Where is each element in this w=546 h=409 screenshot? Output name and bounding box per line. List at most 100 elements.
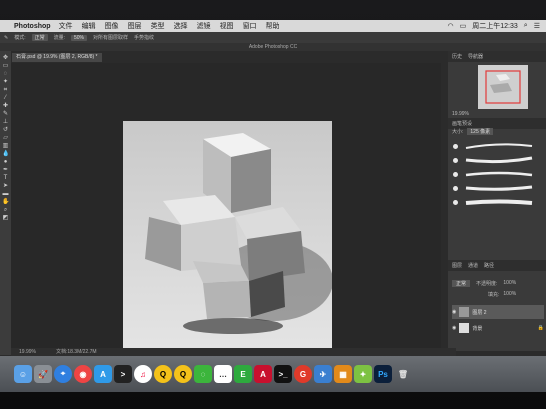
terminal2-icon[interactable]: >_ [274,365,292,383]
brush-preset-item[interactable] [448,167,546,181]
menu-select[interactable]: 选择 [174,21,188,31]
rocket-icon[interactable]: ✈ [314,365,332,383]
layer-row-2[interactable]: ◉ 图层 2 [452,305,544,319]
document-canvas[interactable] [123,121,332,367]
menu-edit[interactable]: 编辑 [82,21,96,31]
dodge-tool-icon[interactable]: ● [2,159,9,165]
sample-all-checkbox[interactable]: 对所有图层取样 [93,34,128,41]
move-tool-icon[interactable]: ✥ [2,55,9,61]
brush-preset-item[interactable] [448,139,546,153]
messages-icon[interactable]: … [214,365,232,383]
trash-icon[interactable]: 🗑 [394,365,412,383]
layer-row-background[interactable]: ◉ 背景 🔒 [452,321,544,335]
type-tool-icon[interactable]: T [2,175,9,181]
navigator-thumbnail[interactable] [478,65,528,109]
brush-preset-item[interactable] [448,181,546,195]
document-tab[interactable]: 石膏.psd @ 19.9% (图层 2, RGB/8) * [12,53,102,62]
terminal-icon[interactable]: > [114,365,132,383]
menu-window[interactable]: 窗口 [243,21,257,31]
flow-input[interactable]: 50% [71,34,88,41]
eye-icon[interactable]: ◉ [452,325,456,331]
shape-tool-icon[interactable]: ▬ [2,191,9,197]
gradient-icon[interactable]: ▥ [2,143,9,149]
layer-name[interactable]: 背景 [472,325,482,332]
menu-layer[interactable]: 图层 [128,21,142,31]
lasso-tool-icon[interactable]: ◌ [2,71,9,77]
tab-history[interactable]: 历史 [452,53,462,60]
brush-tool-icon[interactable]: ✎ [2,111,9,117]
navigator-zoom[interactable]: 19.99% [452,111,469,117]
healing-tool-icon[interactable]: ✚ [2,103,9,109]
layer-name[interactable]: 图层 2 [472,309,486,316]
path-select-icon[interactable]: ➤ [2,183,9,189]
color-swatch-icon[interactable]: ◩ [2,215,9,221]
appstore-icon[interactable]: A [94,365,112,383]
pen-tool-icon[interactable]: ✒ [2,167,9,173]
history-brush-icon[interactable]: ↺ [2,127,9,133]
qq-icon[interactable]: Q [154,365,172,383]
plaster-cubes-drawing [123,121,332,367]
menubar-clock[interactable]: 周二上午12:33 [472,21,518,31]
layer-blend-row: 正常 不透明度: 100% [452,280,516,287]
brush-size-label: 大小: [452,129,464,135]
status-zoom[interactable]: 19.99% [19,348,36,356]
photoshop-icon[interactable]: Ps [374,365,392,383]
fill-label: 填充: [488,292,500,298]
music-icon[interactable]: ♫ [134,365,152,383]
evernote-icon[interactable]: E [234,365,252,383]
wifi-icon[interactable]: ◠ [448,22,454,30]
launchpad-icon[interactable]: 🚀 [34,365,52,383]
eye-icon[interactable]: ◉ [452,309,456,315]
gitmind-icon[interactable]: G [294,365,312,383]
menu-bar: Photoshop 文件 编辑 图像 图层 类型 选择 滤镜 视图 窗口 帮助 … [0,20,546,32]
menu-image[interactable]: 图像 [105,21,119,31]
tab-paths[interactable]: 路径 [484,262,494,269]
android-icon[interactable]: ✦ [354,365,372,383]
gesture-checkbox[interactable]: 手势指纹 [134,34,154,41]
layer-opacity-label: 不透明度: [476,281,498,287]
brush-size-row: 大小: 125 像素 [452,128,494,135]
list-icon[interactable]: ☰ [534,22,540,30]
flow-label: 流量: [53,35,65,41]
acrobat-icon[interactable]: A [254,365,272,383]
tab-brush-presets[interactable]: 画笔预设 [452,120,472,127]
menu-file[interactable]: 文件 [59,21,73,31]
blend-mode-dropdown[interactable]: 正常 [452,280,471,287]
mode-label: 模式: [14,35,26,41]
eyedropper-icon[interactable]: ⁄ [2,95,9,101]
search-icon[interactable]: ⌕ [524,22,528,30]
zoom-tool-icon[interactable]: ⌕ [2,207,9,213]
wechat-icon[interactable]: ◌ [194,365,212,383]
status-doc-size[interactable]: 文档:18.3M/22.7M [56,348,97,356]
virtualbox-icon[interactable]: ▦ [334,365,352,383]
fill-value[interactable]: 100% [503,291,516,298]
menu-view[interactable]: 视图 [220,21,234,31]
brush-preset-item[interactable] [448,153,546,167]
marquee-tool-icon[interactable]: ▭ [2,63,9,69]
safari-icon[interactable]: ⌖ [54,365,72,383]
finder-icon[interactable]: ☺ [14,365,32,383]
hand-tool-icon[interactable]: ✋ [2,199,9,205]
brush-size-value[interactable]: 125 像素 [467,128,494,135]
menu-help[interactable]: 帮助 [266,21,280,31]
brush-tool-icon[interactable]: ✎ [4,35,8,41]
canvas-area[interactable] [11,63,441,367]
tab-layers[interactable]: 图层 [452,262,462,269]
crop-tool-icon[interactable]: ⌗ [2,87,9,93]
menu-app-name[interactable]: Photoshop [14,23,51,30]
layer-opacity-value[interactable]: 100% [503,280,516,287]
menu-filter[interactable]: 滤镜 [197,21,211,31]
menu-type[interactable]: 类型 [151,21,165,31]
mode-dropdown[interactable]: 正常 [31,34,48,41]
tab-channels[interactable]: 通道 [468,262,478,269]
toolbox: ✥ ▭ ◌ ✦ ⌗ ⁄ ✚ ✎ ⊥ ↺ ▱ ▥ 💧 ● ✒ T ➤ ▬ ✋ ⌕ … [0,51,11,355]
battery-icon[interactable]: ▭ [460,22,467,30]
brush-preset-item[interactable] [448,195,546,209]
stamp-tool-icon[interactable]: ⊥ [2,119,9,125]
blur-tool-icon[interactable]: 💧 [2,151,9,157]
magic-wand-icon[interactable]: ✦ [2,79,9,85]
tab-navigator[interactable]: 导航器 [468,53,483,60]
chrome-icon[interactable]: ◉ [74,365,92,383]
eraser-icon[interactable]: ▱ [2,135,9,141]
qq2-icon[interactable]: Q [174,365,192,383]
